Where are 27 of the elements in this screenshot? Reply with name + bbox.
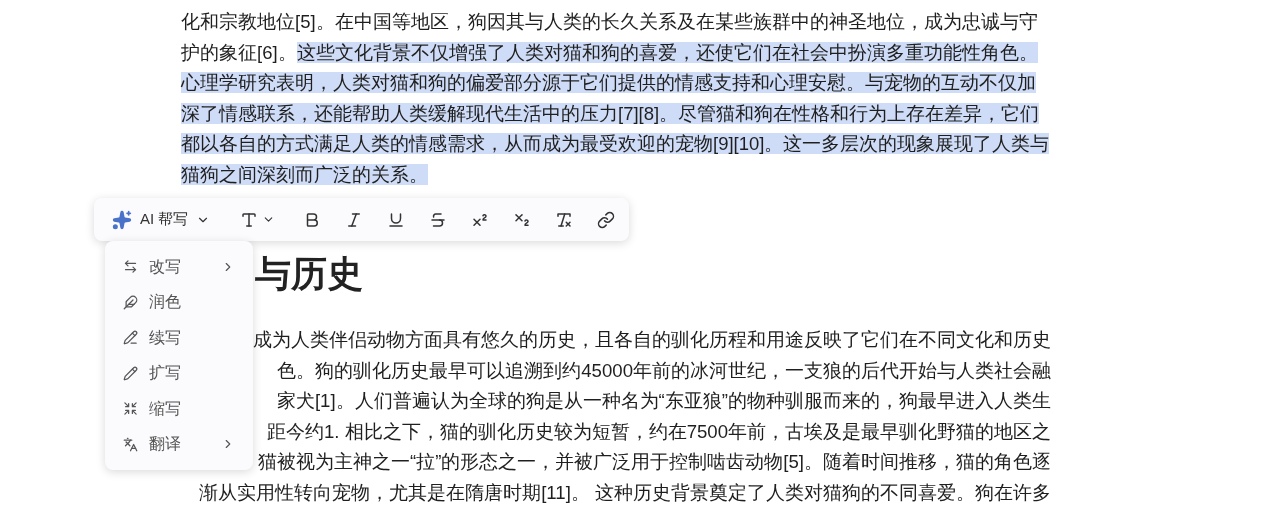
clear-format-icon [555, 210, 574, 229]
menu-item[interactable]: 翻译 [105, 426, 253, 462]
swap-arrows-icon [123, 259, 138, 275]
pencil-line-icon [123, 330, 138, 346]
menu-item[interactable]: 缩写 [105, 391, 253, 427]
sparkle-icon [112, 209, 132, 230]
paragraph-line: 猫被视为主神之一“拉”的形态之一，并被广泛用于控制啮齿动物[5]。随着时间推移，猫的角色逐 [257, 450, 1051, 474]
menu-item[interactable]: 改写 [105, 249, 253, 285]
heading: 与历史 [255, 252, 364, 296]
ai-write-button[interactable]: AI 帮写 [110, 204, 213, 235]
menu-item[interactable]: 扩写 [105, 355, 253, 391]
pencil-icon [123, 365, 138, 381]
translate-icon [123, 436, 138, 452]
menu-item[interactable]: 续写 [105, 320, 253, 356]
menu-item[interactable]: 润色 [105, 284, 253, 320]
shrink-arrows-icon [123, 401, 138, 417]
paragraph-line: 色。狗的驯化历史最早可以追溯到约45000年前的冰河世纪，一支狼的后代开始与人类社会融 [277, 358, 1051, 383]
type-icon [240, 210, 259, 229]
paragraph-line: 渐从实用性转向宠物，尤其是在隋唐时期[11]。 这种历史背景奠定了人类对猫狗的不同喜爱。狗在许多 [199, 480, 1051, 505]
link-icon [597, 210, 616, 229]
feather-icon [123, 294, 138, 310]
underline-icon [387, 210, 406, 229]
paragraph: 化和宗教地位[5]。在中国等地区，狗因其与人类的长久关系及在某些族群中的神圣地位，成为忠诚与守护的象征[6]。这些文化背景不仅增强了人类对猫和狗的喜爱，还使它们在社会中扮演多重功能性角色。心理学研究表明，人类对猫和狗的偏爱部分源于它们提供的情感支持和心理安慰。与宠物的互动不仅加深了情感联系，还能帮助人类缓解现代生活中的压力[7][8]。尽管猫和狗在性格和行为上存在差异，它们都以各自的方式满足人类的情感需求，从而成为最受欢迎的宠物[9][10]。这一多层次的现象展现了人类与猫狗之间深刻而广泛的关系。 [181, 10, 1051, 187]
paragraph-line: 成为人类伴侣动物方面具有悠久的历史，且各自的驯化历程和用途反映了它们在不同文化和历史 [253, 328, 1051, 352]
strikethrough-icon [429, 210, 448, 229]
paragraph-line: 距今约1. 相比之下，猫的驯化历史较为短暂，约在7500年前，古埃及是最早驯化野猫的地区之 [266, 419, 1051, 444]
paragraph-line: 家犬[1]。人们普遍认为全球的狗是从一种名为“东亚狼”的物种驯服而来的，狗最早进入人类生 [276, 389, 1051, 413]
